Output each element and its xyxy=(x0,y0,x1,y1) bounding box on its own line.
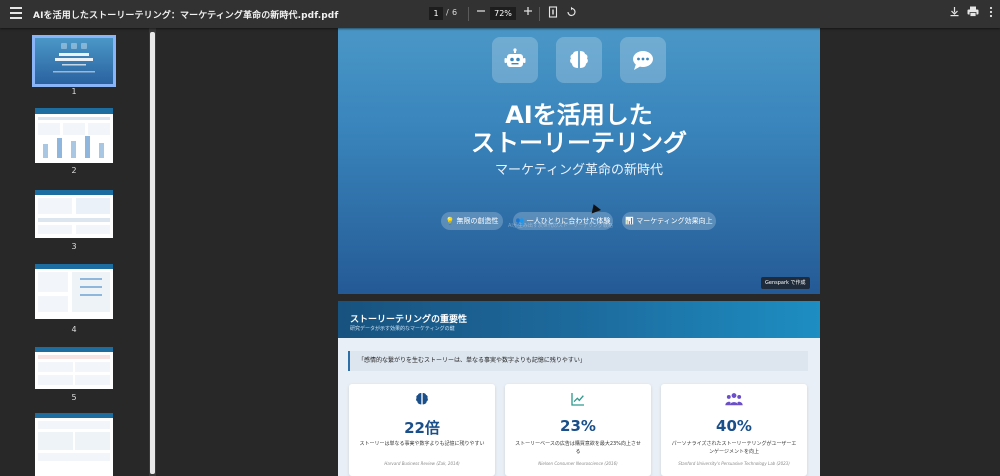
robot-icon xyxy=(492,37,538,83)
stat-value: 40% xyxy=(716,417,752,435)
pdf-page-2: ストーリーテリングの重要性 研究データが示す効果的なマーケティングの鍵 「感情的… xyxy=(338,301,820,476)
stat-source: Nielsen Consumer Neuroscience (2016) xyxy=(538,461,618,466)
stat-description: パーソナライズされたストーリーテリングがユーザーエンゲージメントを向上 xyxy=(671,441,797,455)
toolbar-divider xyxy=(539,7,540,21)
thumbnail-page-2[interactable] xyxy=(35,108,113,163)
stat-card: 40% パーソナライズされたストーリーテリングがユーザーエンゲージメントを向上 … xyxy=(661,384,807,476)
thumbnail-label: 1 xyxy=(71,87,77,96)
thumbnail-page-3[interactable] xyxy=(35,190,113,238)
menu-icon[interactable] xyxy=(10,7,22,19)
stat-value: 23% xyxy=(560,417,596,435)
page2-title: ストーリーテリングの重要性 xyxy=(350,315,468,325)
rotate-button[interactable] xyxy=(564,6,578,20)
fit-page-button[interactable] xyxy=(546,6,560,20)
page-number-input[interactable]: 1 xyxy=(429,7,443,20)
thumbnail-page-6[interactable] xyxy=(35,413,113,476)
page2-subtitle: 研究データが示す効果的なマーケティングの鍵 xyxy=(350,326,455,332)
more-options-button[interactable] xyxy=(984,6,998,20)
thumbnail-label: 4 xyxy=(71,325,77,334)
users-icon xyxy=(661,391,807,409)
fit-page-icon xyxy=(548,6,558,18)
brain-icon xyxy=(556,37,602,83)
minus-icon xyxy=(477,10,485,12)
page1-title-line2: ストーリーテリング xyxy=(471,129,687,157)
thumbnail-page-4[interactable] xyxy=(35,264,113,319)
toolbar-divider xyxy=(468,7,469,21)
stat-source: Stanford University's Persuasive Technol… xyxy=(678,461,790,466)
printer-icon xyxy=(967,6,979,17)
pdf-viewer: AIを活用したストーリーテリング：マーケティング革命の新時代.pdf.pdf 1… xyxy=(0,0,1000,476)
thumbnail-preview xyxy=(35,264,113,312)
stat-description: ストーリーベースの広告は購買意欲を最大23%向上させる xyxy=(515,441,641,455)
thumbnail-preview xyxy=(35,108,113,158)
stat-card: 23% ストーリーベースの広告は購買意欲を最大23%向上させる Nielsen … xyxy=(505,384,651,476)
zoom-out-button[interactable] xyxy=(474,6,488,20)
zoom-input[interactable]: 72% xyxy=(490,7,516,20)
more-vertical-icon xyxy=(989,6,993,18)
thumbnail-page-5[interactable] xyxy=(35,347,113,389)
stat-card: 22倍 ストーリーは単なる事実や数字よりも記憶に残りやすい Harvard Bu… xyxy=(349,384,495,476)
faded-tagline: AIが生み出す次世代のストーリーテリング戦略 xyxy=(508,223,613,229)
brain-icon xyxy=(349,391,495,409)
thumbnail-label: 5 xyxy=(71,393,77,402)
stat-description: ストーリーは単なる事実や数字よりも記憶に残りやすい xyxy=(359,441,485,447)
download-icon xyxy=(950,7,958,17)
document-title: AIを活用したストーリーテリング：マーケティング革命の新時代.pdf.pdf xyxy=(33,11,339,21)
rotate-icon xyxy=(567,6,576,16)
stat-value: 22倍 xyxy=(404,419,440,437)
thumbnail-preview xyxy=(53,43,95,73)
chat-icon xyxy=(620,37,666,83)
plus-icon xyxy=(524,7,532,15)
sidebar-scrollbar-thumb[interactable] xyxy=(150,32,155,474)
thumbnail-page-1[interactable] xyxy=(32,35,116,87)
download-button[interactable] xyxy=(947,6,961,20)
page2-header: ストーリーテリングの重要性 研究データが示す効果的なマーケティングの鍵 xyxy=(338,301,820,338)
thumbnail-label: 3 xyxy=(71,242,77,251)
zoom-in-button[interactable] xyxy=(521,6,535,20)
thumbnail-preview xyxy=(35,347,113,385)
page-separator: / xyxy=(446,8,449,17)
viewer-toolbar: AIを活用したストーリーテリング：マーケティング革命の新時代.pdf.pdf 1… xyxy=(0,0,1000,28)
thumbnail-label: 2 xyxy=(71,166,77,175)
trend-icon xyxy=(505,391,651,409)
thumbnail-preview xyxy=(35,413,113,461)
genspark-badge[interactable]: Genspark で作成 xyxy=(761,277,810,289)
print-button[interactable] xyxy=(966,6,980,20)
thumbnail-sidebar: 1 2 3 4 5 xyxy=(0,28,160,476)
stat-source: Harvard Business Review (Zak, 2014) xyxy=(384,461,460,466)
page1-subtitle: マーケティング革命の新時代 xyxy=(495,163,663,178)
page-total: 6 xyxy=(452,8,458,17)
feature-pill: 💡 無限の創造性 xyxy=(441,212,503,230)
pdf-page-1: AIを活用した ストーリーテリング マーケティング革命の新時代 💡 無限の創造性… xyxy=(338,28,820,294)
quote-box: 「感情的な繋がりを生むストーリーは、単なる事実や数字よりも記憶に残りやすい」 xyxy=(348,351,808,371)
thumbnail-preview xyxy=(35,190,113,234)
